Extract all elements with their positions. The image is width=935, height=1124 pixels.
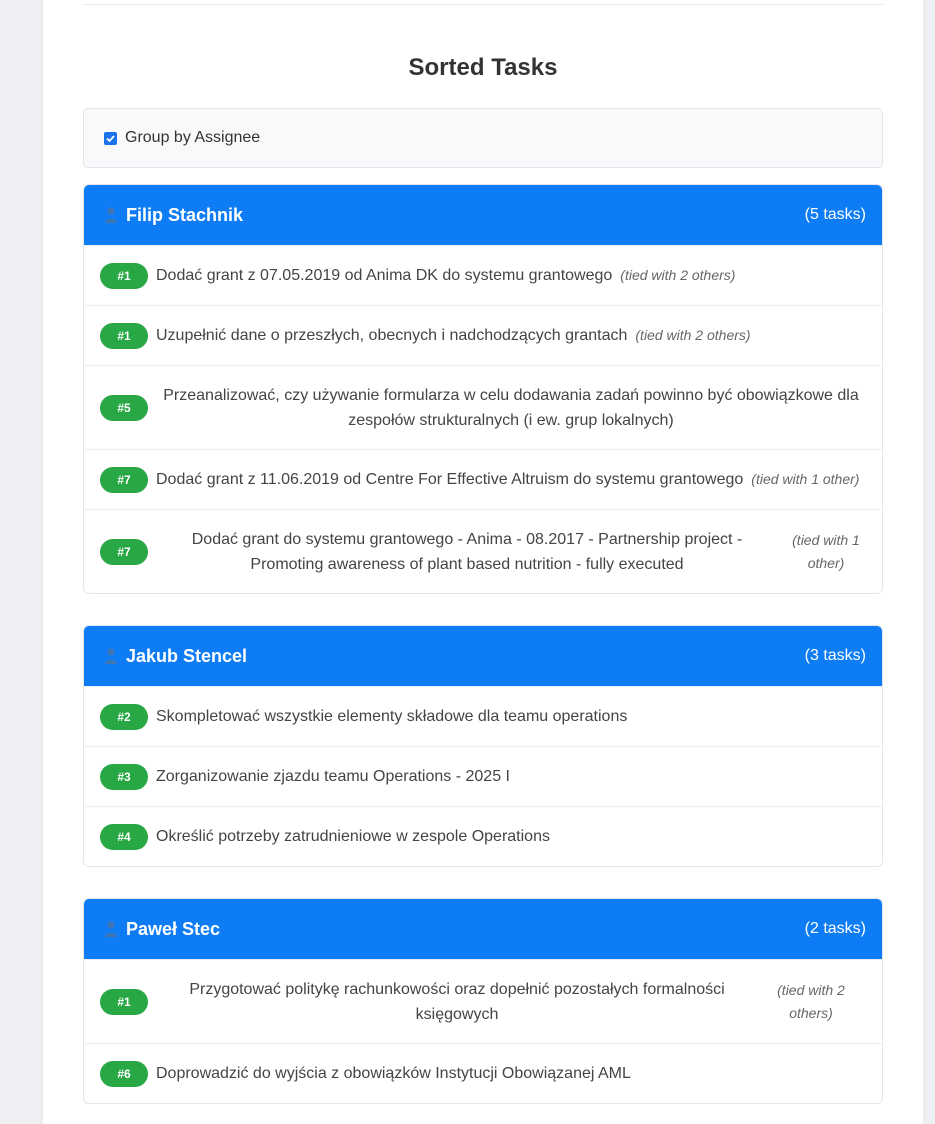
rank-badge: #1 xyxy=(100,988,148,1015)
task-row[interactable]: #5 Przeanalizować, czy używanie formular… xyxy=(84,365,882,449)
task-text: Dodać grant do systemu grantowego - Anim… xyxy=(191,530,743,573)
rank-badge: #7 xyxy=(100,466,148,493)
group-by-label: Group by Assignee xyxy=(125,129,261,146)
task-text: Zorganizowanie zjazdu teamu Operations -… xyxy=(156,768,510,785)
assignee-group-jakub-stencel: Jakub Stencel (3 tasks) #2 Skompletować … xyxy=(83,625,883,867)
task-count: (3 tasks) xyxy=(804,647,866,664)
check-icon xyxy=(106,134,115,142)
tie-note: (tied with 2 others) xyxy=(777,981,845,1021)
assignee-header[interactable]: Paweł Stec (2 tasks) xyxy=(84,899,882,959)
task-row[interactable]: #1 Dodać grant z 07.05.2019 od Anima DK … xyxy=(84,245,882,305)
task-text: Doprowadzić do wyjścia z obowiązków Inst… xyxy=(156,1065,631,1082)
page-title: Sorted Tasks xyxy=(408,54,558,81)
task-row[interactable]: #3 Zorganizowanie zjazdu teamu Operation… xyxy=(84,746,882,806)
assignee-header[interactable]: Jakub Stencel (3 tasks) xyxy=(84,626,882,686)
assignee-name: Paweł Stec xyxy=(126,918,221,939)
task-count: (5 tasks) xyxy=(804,206,866,223)
task-row[interactable]: #1 Przygotować politykę rachunkowości or… xyxy=(84,959,882,1043)
tie-note: (tied with 2 others) xyxy=(620,267,736,283)
rank-badge: #6 xyxy=(100,1060,148,1087)
user-icon xyxy=(105,921,117,937)
user-icon xyxy=(105,207,117,223)
user-icon xyxy=(105,648,117,664)
rank-badge: #3 xyxy=(100,763,148,790)
task-count: (2 tasks) xyxy=(804,920,866,937)
task-row[interactable]: #7 Dodać grant z 11.06.2019 od Centre Fo… xyxy=(84,449,882,509)
assignee-name: Filip Stachnik xyxy=(126,204,244,225)
rank-badge: #4 xyxy=(100,823,148,850)
task-text: Uzupełnić dane o przeszłych, obecnych i … xyxy=(156,327,628,344)
group-by-checkbox[interactable] xyxy=(104,131,117,145)
task-row[interactable]: #1 Uzupełnić dane o przeszłych, obecnych… xyxy=(84,305,882,365)
task-text: Przygotować politykę rachunkowości oraz … xyxy=(189,980,725,1023)
page: Sorted Tasks Group by Assignee Filip Sta… xyxy=(43,0,923,1124)
task-row[interactable]: #2 Skompletować wszystkie elementy skład… xyxy=(84,686,882,746)
assignee-header[interactable]: Filip Stachnik (5 tasks) xyxy=(84,185,882,245)
task-row[interactable]: #7 Dodać grant do systemu grantowego - A… xyxy=(84,509,882,593)
divider xyxy=(83,4,883,5)
tie-note: (tied with 1 other) xyxy=(751,471,860,487)
assignee-group-filip-stachnik: Filip Stachnik (5 tasks) #1 Dodać grant … xyxy=(83,184,883,594)
task-row[interactable]: #6 Doprowadzić do wyjścia z obowiązków I… xyxy=(84,1043,882,1103)
task-row[interactable]: #4 Określić potrzeby zatrudnieniowe w ze… xyxy=(84,806,882,866)
task-text: Skompletować wszystkie elementy składowe… xyxy=(156,708,628,725)
rank-badge: #1 xyxy=(100,262,148,289)
task-text: Dodać grant z 07.05.2019 od Anima DK do … xyxy=(156,267,613,284)
task-text: Dodać grant z 11.06.2019 od Centre For E… xyxy=(156,471,744,488)
rank-badge: #7 xyxy=(100,538,148,565)
rank-badge: #5 xyxy=(100,394,148,421)
tie-note: (tied with 2 others) xyxy=(635,327,751,343)
tie-note: (tied with 1 other) xyxy=(792,531,860,571)
assignee-name: Jakub Stencel xyxy=(126,645,248,666)
task-text: Określić potrzeby zatrudnieniowe w zespo… xyxy=(156,828,550,845)
assignee-group-pawel-stec: Paweł Stec (2 tasks) #1 Przygotować poli… xyxy=(83,898,883,1104)
group-by-toggle[interactable]: Group by Assignee xyxy=(83,108,883,168)
task-text: Przeanalizować, czy używanie formularza … xyxy=(163,386,859,429)
rank-badge: #2 xyxy=(100,703,148,730)
rank-badge: #1 xyxy=(100,322,148,349)
